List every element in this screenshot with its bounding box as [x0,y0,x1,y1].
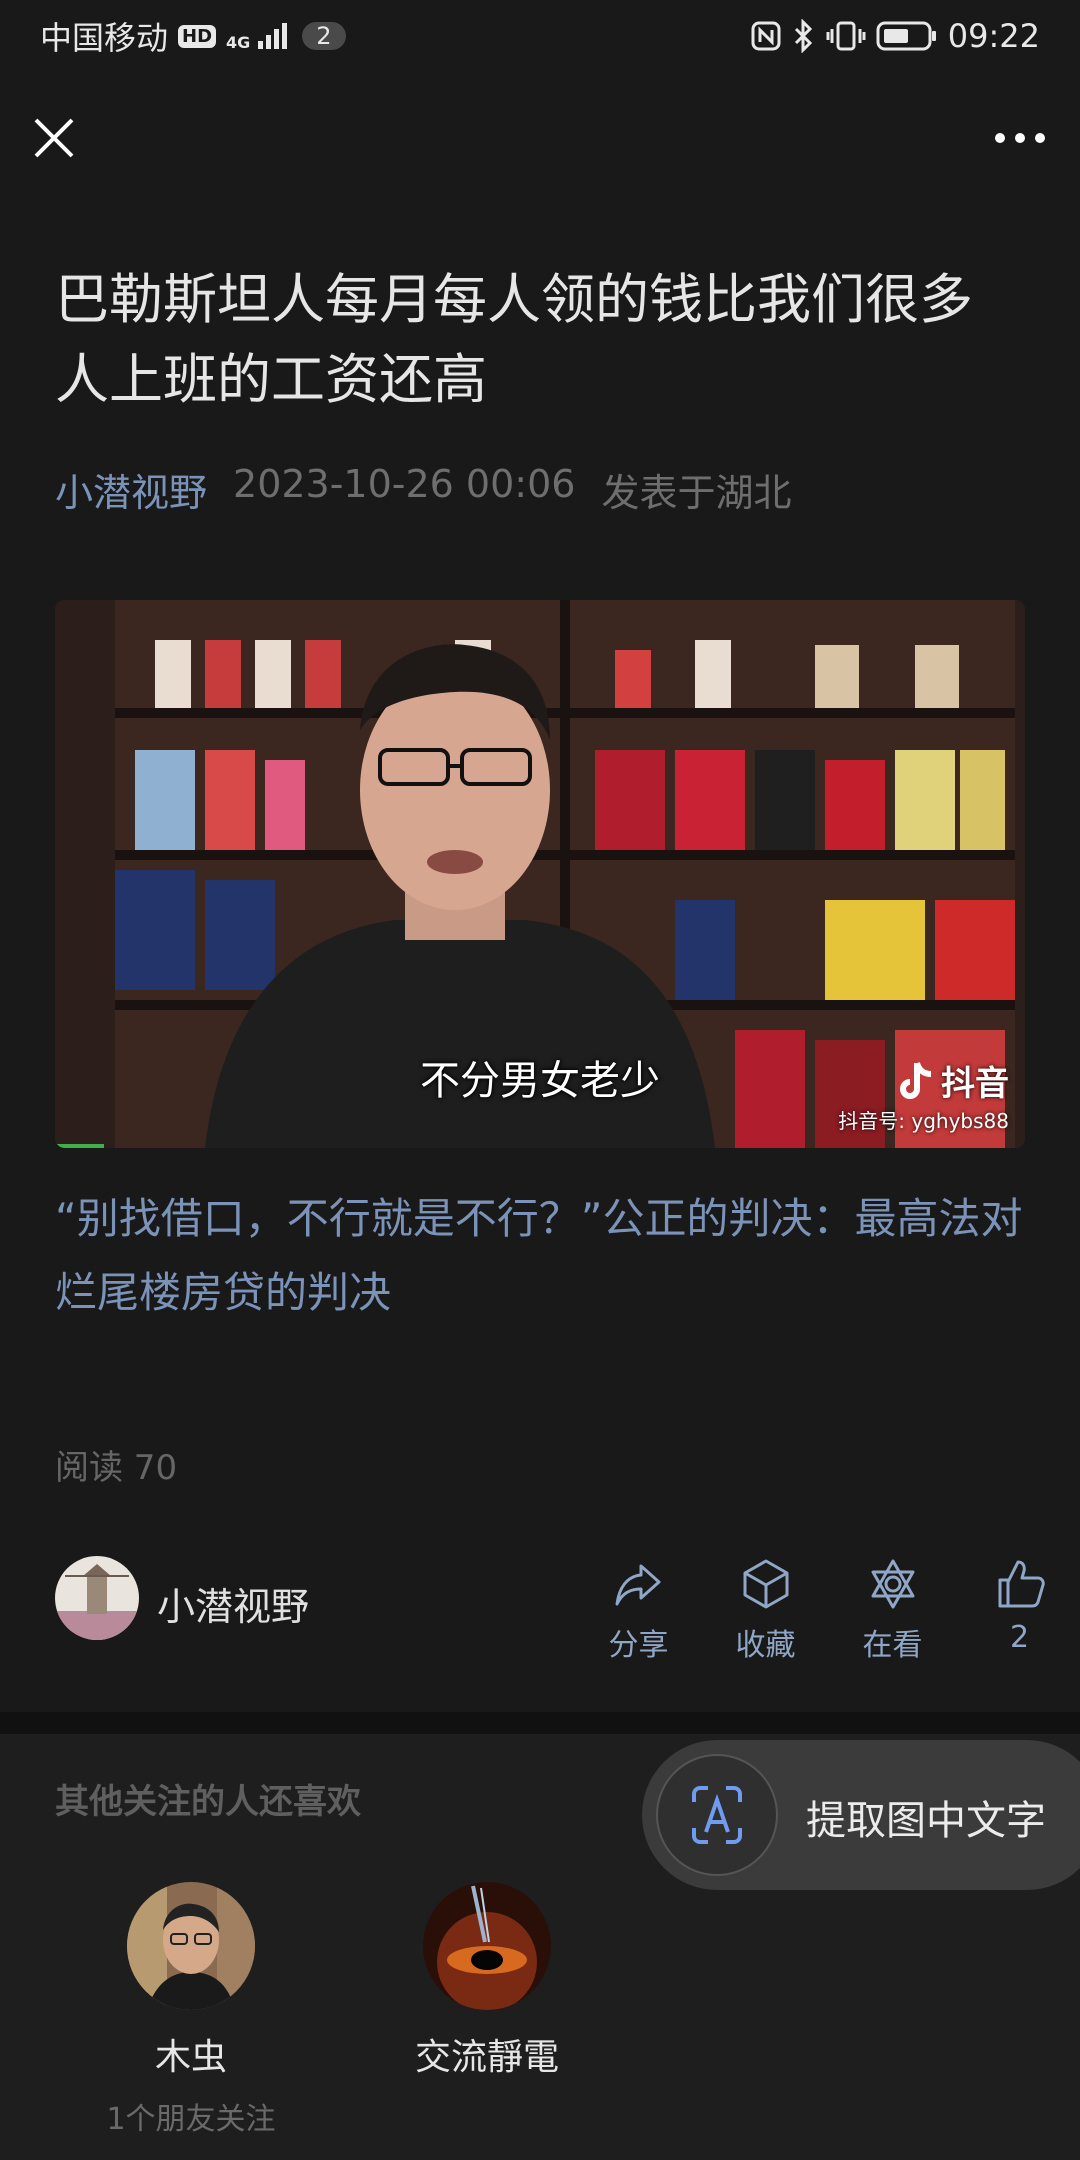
publish-datetime: 2023-10-26 00:06 [233,462,576,506]
status-bar: 中国移动 HD 4G 2 09:22 [0,0,1080,72]
recommended-friends-count: 1个朋友关注 [106,2102,276,2137]
watching-button[interactable]: 在看 [829,1556,956,1664]
close-icon [34,118,74,158]
recommended-avatar [127,1882,255,2010]
nfc-icon [750,20,782,52]
author-avatar[interactable] [55,1556,139,1640]
battery-icon [876,20,938,52]
cube-icon [743,1559,788,1609]
article-title: 巴勒斯坦人每月每人领的钱比我们很多人上班的工资还高 [55,268,973,411]
recommended-avatar-image [423,1882,551,2010]
favorite-label: 收藏 [735,1628,796,1663]
status-left: 中国移动 HD 4G 2 [40,13,346,59]
ocr-icon-container [656,1754,778,1876]
author-name[interactable]: 小潜视野 [157,1576,309,1631]
video-progress-bar[interactable] [55,1144,104,1148]
extract-text-label: 提取图中文字 [806,1798,1046,1844]
author-action-bar: 小潜视野 分享 收藏 在看 2 [55,1556,1045,1663]
hd-badge: HD [178,24,217,48]
star-of-david-icon [871,1559,914,1609]
author-link[interactable]: 小潜视野 [55,462,207,517]
thumbs-up-icon [998,1560,1045,1608]
watermark-account-id: 抖音号: yghybs88 [838,1109,1009,1133]
recommended-name: 交流靜電 [414,2037,559,2078]
close-button[interactable] [30,114,78,162]
recommended-name: 木虫 [154,2037,227,2078]
status-right: 09:22 [750,17,1040,55]
more-options-button[interactable] [990,114,1050,162]
recommendations-heading: 其他关注的人还喜欢 [55,1782,361,1822]
like-button[interactable]: 2 [956,1556,1080,1664]
video-watermark: 抖音 抖音号: yghybs88 [838,1056,1009,1134]
vibrate-icon [826,20,866,52]
recommended-account[interactable]: 木虫 1个朋友关注 [81,1882,301,2138]
watching-label: 在看 [862,1628,923,1663]
watermark-brand: 抖音 [941,1064,1009,1104]
recommended-avatar-image [127,1882,255,2010]
text-scan-icon [692,1786,742,1844]
read-count: 阅读 70 [55,1448,178,1488]
extract-text-button[interactable]: 提取图中文字 [642,1740,1080,1890]
author-avatar-image [55,1556,139,1640]
notification-count-badge: 2 [302,22,346,50]
share-label: 分享 [608,1628,669,1663]
like-count: 2 [1009,1620,1030,1655]
carrier-label: 中国移动 [40,19,169,57]
section-divider [0,1712,1080,1734]
douyin-watermark: 抖音 [838,1056,1009,1105]
video-player[interactable]: 不分男女老少 抖音 抖音号: yghybs88 [55,600,1025,1148]
clock: 09:22 [947,17,1040,55]
douyin-logo-icon [900,1061,932,1099]
top-bar [0,100,1080,180]
more-dots-icon [995,133,1045,143]
action-buttons: 分享 收藏 在看 2 [575,1556,1080,1664]
share-button[interactable]: 分享 [575,1556,702,1664]
recommended-account[interactable]: 交流靜電 [377,1882,597,2080]
bluetooth-icon [792,19,816,53]
publish-location: 发表于湖北 [601,471,792,515]
share-icon [615,1564,660,1606]
signal-icon: 4G [226,21,292,51]
related-article-link[interactable]: “别找借口，不行就是不行？”公正的判决：最高法对烂尾楼房贷的判决 [55,1182,1035,1330]
article-meta: 小潜视野 2023-10-26 00:06 发表于湖北 [55,462,791,517]
recommended-avatar [423,1882,551,2010]
favorite-button[interactable]: 收藏 [702,1556,829,1664]
network-type: 4G [226,33,251,52]
